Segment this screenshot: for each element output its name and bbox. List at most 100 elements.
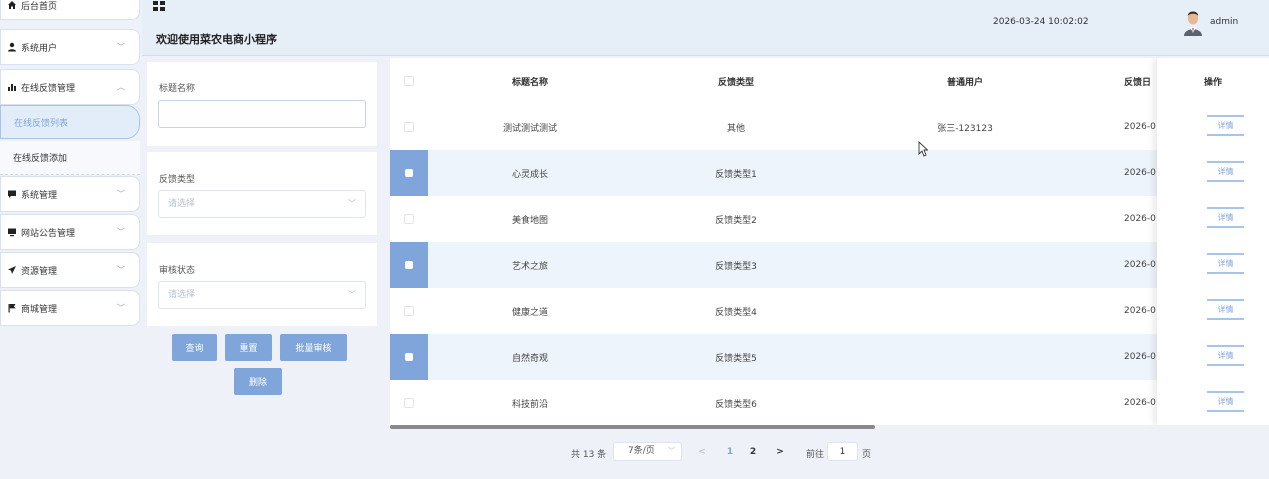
column-header-title[interactable]: 标题名称 [480, 58, 580, 104]
review-status-select[interactable]: 请选择 ﹀ [158, 281, 366, 309]
detail-button[interactable]: 详情 [1207, 345, 1244, 366]
sidebar-item-home[interactable]: 后台首页 [0, 0, 140, 20]
cell-date: 2026-03 [1124, 306, 1156, 316]
title-input[interactable] [158, 100, 366, 128]
row-checkbox-cell[interactable] [390, 104, 428, 150]
row-checkbox[interactable] [404, 398, 414, 408]
table-row[interactable]: 科技前沿 反馈类型6 2026-03 [390, 380, 1269, 425]
avatar[interactable] [1182, 6, 1204, 36]
row-checkbox-cell[interactable] [390, 288, 428, 334]
cell-title: 艺术之旅 [511, 261, 548, 272]
sidebar-subitem-feedback-add[interactable]: 在线反馈添加 [0, 141, 140, 175]
page-title: 欢迎使用菜农电商小程序 [156, 33, 277, 46]
current-datetime: 2026-03-24 10:02:02 [993, 17, 1089, 27]
username[interactable]: admin [1210, 17, 1238, 27]
sidebar-item-feedback-management[interactable]: 在线反馈管理 ︿ [0, 69, 140, 105]
row-checkbox[interactable] [404, 306, 414, 316]
table-row[interactable]: 艺术之旅 反馈类型3 2026-03 [390, 242, 1269, 288]
user-icon [6, 42, 17, 53]
page-1-button[interactable]: 1 [724, 442, 736, 461]
menu-grid-icon[interactable] [153, 1, 166, 11]
reset-button[interactable]: 重置 [225, 334, 272, 361]
goto-page-input[interactable]: 1 [827, 442, 858, 461]
page-size-value: 7条/页 [628, 446, 655, 456]
select-all-checkbox[interactable] [404, 76, 414, 86]
sidebar-item-resources[interactable]: 资源管理 ﹀ [0, 252, 140, 288]
bar-chart-icon [6, 82, 17, 93]
send-icon [6, 265, 17, 276]
row-checkbox[interactable] [404, 214, 414, 224]
page-size-select[interactable]: 7条/页 ﹀ [613, 442, 682, 461]
row-checkbox-cell[interactable] [390, 334, 428, 380]
query-button[interactable]: 查询 [172, 334, 217, 361]
cell-user [915, 242, 1015, 288]
row-checkbox-checked[interactable] [405, 353, 413, 361]
cell-title: 健康之道 [511, 307, 548, 318]
title-label: 标题名称 [159, 84, 196, 94]
table-row[interactable]: 心灵成长 反馈类型1 2026-03 [390, 150, 1269, 196]
row-checkbox-cell[interactable] [390, 242, 428, 288]
row-checkbox-checked[interactable] [405, 261, 413, 269]
cell-type: 反馈类型3 [715, 261, 757, 272]
cell-title: 测试测试测试 [502, 123, 557, 134]
feedback-type-placeholder: 请选择 [168, 199, 196, 209]
flag-icon [6, 303, 17, 314]
cell-date: 2026-03 [1124, 122, 1156, 132]
row-checkbox-cell[interactable] [390, 150, 428, 196]
operations-column: 操作 详情 详情 详情 详情 详情 详情 详情 [1157, 58, 1269, 425]
cell-type: 反馈类型6 [715, 399, 757, 410]
monitor-icon [6, 227, 17, 238]
detail-button[interactable]: 详情 [1207, 253, 1244, 274]
cell-user [915, 150, 1015, 196]
feedback-table: 标题名称 反馈类型 普通用户 反馈日 测试测试测试 其他 张三-123123 2… [390, 58, 1269, 425]
table-row[interactable]: 测试测试测试 其他 张三-123123 2026-03 [390, 104, 1269, 150]
row-checkbox-cell[interactable] [390, 380, 428, 425]
sidebar-subitem-feedback-list[interactable]: 在线反馈列表 [0, 105, 140, 139]
column-header-user[interactable]: 普通用户 [915, 58, 1015, 104]
goto-suffix: 页 [862, 450, 872, 460]
sidebar-item-system-management[interactable]: 系统管理 ﹀ [0, 176, 140, 212]
chat-icon [6, 189, 17, 200]
table-header-row: 标题名称 反馈类型 普通用户 反馈日 [390, 58, 1269, 104]
table-row[interactable]: 自然奇观 反馈类型5 2026-03 [390, 334, 1269, 380]
table-row[interactable]: 健康之道 反馈类型4 2026-03 [390, 288, 1269, 334]
page-2-button[interactable]: 2 [747, 442, 759, 461]
cell-date: 2026-03 [1124, 398, 1156, 408]
chevron-down-icon: ﹀ [117, 227, 125, 237]
select-all-checkbox-cell[interactable] [390, 58, 428, 104]
table-horizontal-scrollbar[interactable] [390, 425, 875, 429]
search-type-panel: 反馈类型 请选择 ﹀ [147, 152, 377, 235]
sidebar-item-announcements[interactable]: 网站公告管理 ﹀ [0, 214, 140, 250]
row-checkbox-cell[interactable] [390, 196, 428, 242]
detail-button[interactable]: 详情 [1207, 161, 1244, 182]
cell-date: 2026-03 [1124, 352, 1156, 362]
top-header: 欢迎使用菜农电商小程序 2026-03-24 10:02:02 admin [142, 0, 1269, 56]
cell-title: 心灵成长 [511, 169, 548, 180]
cell-type: 反馈类型2 [715, 215, 757, 226]
chevron-down-icon: ﹀ [348, 290, 356, 299]
feedback-type-select[interactable]: 请选择 ﹀ [158, 190, 366, 218]
column-header-type[interactable]: 反馈类型 [686, 58, 786, 104]
detail-button[interactable]: 详情 [1207, 299, 1244, 320]
review-status-placeholder: 请选择 [168, 290, 196, 300]
detail-button[interactable]: 详情 [1207, 115, 1244, 136]
batch-review-button[interactable]: 批量审核 [280, 334, 347, 361]
cell-type: 反馈类型5 [715, 353, 757, 364]
sidebar-item-label: 系统用户 [21, 43, 58, 54]
cell-title: 自然奇观 [511, 353, 548, 364]
column-header-date[interactable]: 反馈日 [1090, 58, 1156, 104]
table-row[interactable]: 美食地图 反馈类型2 2026-03 [390, 196, 1269, 242]
row-checkbox-checked[interactable] [405, 169, 413, 177]
prev-page-button[interactable]: < [695, 442, 709, 461]
chevron-down-icon: ﹀ [117, 42, 125, 52]
row-checkbox[interactable] [404, 122, 414, 132]
sidebar-item-mall[interactable]: 商城管理 ﹀ [0, 290, 140, 326]
chevron-down-icon: ﹀ [348, 199, 356, 208]
sidebar-item-system-users[interactable]: 系统用户 ﹀ [0, 29, 140, 65]
chevron-down-icon: ﹀ [117, 189, 125, 199]
cell-user [915, 380, 1015, 425]
delete-button[interactable]: 删除 [234, 368, 282, 395]
detail-button[interactable]: 详情 [1207, 207, 1244, 228]
detail-button[interactable]: 详情 [1207, 391, 1244, 412]
next-page-button[interactable]: > [773, 442, 787, 461]
